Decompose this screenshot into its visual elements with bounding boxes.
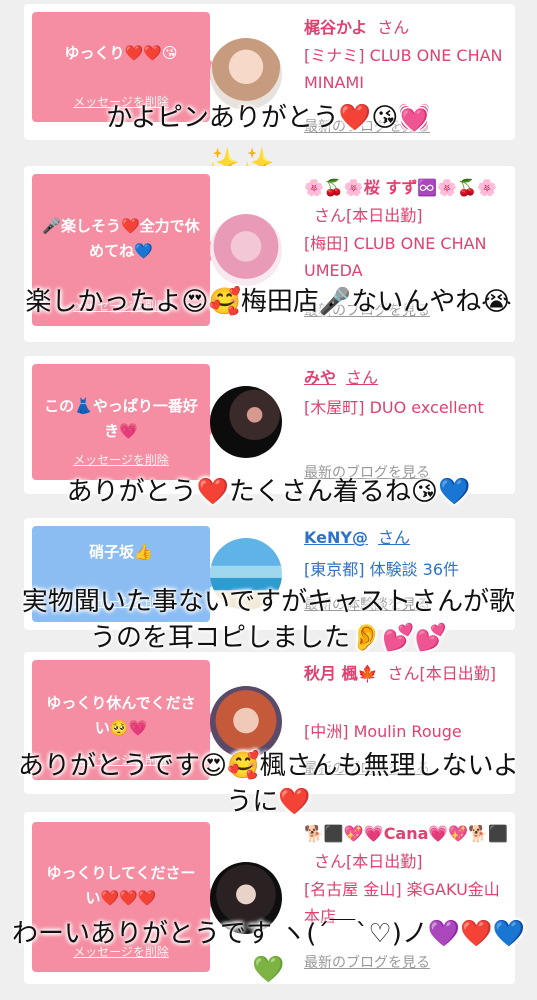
cast-name-link[interactable]: 🐕⬛️💖💗Cana💗💖🐕⬛️ さん[本日出勤] xyxy=(304,820,509,876)
message-bubble: この👗やっぱり一番好き💗 メッセージを削除 xyxy=(32,364,220,480)
message-text: ゆっくりしてくださーい❤️❤️❤️ xyxy=(46,864,196,907)
user-name-link[interactable]: KeNY@ さん xyxy=(304,524,509,552)
review-link[interactable]: [東京都] 体験談 36件 xyxy=(304,556,509,583)
cast-name-link[interactable]: 梶谷かよ さん xyxy=(304,14,509,42)
cast-name-link[interactable]: みや さん xyxy=(304,364,509,392)
cast-name: 秋月 楓🍁 xyxy=(304,664,378,683)
overlay-caption: 実物聞いた事ないですがキャストさんが歌うのを耳コピしました👂💕💕 xyxy=(21,587,516,653)
message-text: ゆっくり休んでください🥺💗 xyxy=(46,694,196,738)
cast-name-link[interactable]: 秋月 楓🍁 さん[本日出勤] xyxy=(304,660,509,688)
cast-name: 梶谷かよ xyxy=(304,18,368,37)
honorific: さん xyxy=(346,368,379,387)
shop-link[interactable]: [梅田] CLUB ONE CHAN UMEDA xyxy=(304,230,509,284)
shop-link[interactable]: [中洲] Moulin Rouge xyxy=(304,718,509,745)
overlay-caption: 楽しかったよ😍🥰梅田店🎤ないんやね😭 xyxy=(25,287,512,317)
shop-link[interactable]: [ミナミ] CLUB ONE CHAN MINAMI xyxy=(304,42,509,96)
user-name: KeNY@ xyxy=(304,528,368,547)
overlay-caption: ありがとうです😍🥰楓さんも無理しないように❤️ xyxy=(18,751,519,817)
shop-link[interactable]: [木屋町] DUO excellent xyxy=(304,394,509,421)
delete-message-link[interactable]: メッセージを削除 xyxy=(32,451,210,468)
overlay-caption: かよピンありがとう❤️😘💓 xyxy=(106,103,431,133)
message-text: ゆっくり❤️❤️😘 xyxy=(64,43,178,62)
honorific: さん[本日出勤] xyxy=(314,852,423,871)
message-text: この👗やっぱり一番好き💗 xyxy=(44,397,198,441)
honorific: さん xyxy=(377,18,410,37)
message-text: 硝子坂👍 xyxy=(89,543,153,561)
overlay-caption: わーいありがとうです ヽ(´￣`♡)ノ💜❤️💙💚 xyxy=(12,919,525,985)
honorific: さん[本日出勤] xyxy=(314,206,423,225)
cast-name-link[interactable]: 🌸🍒🌸桜 すず♾️🌸🍒🌸 さん[本日出勤] xyxy=(304,174,509,230)
honorific: さん xyxy=(377,528,410,547)
cast-name: 🐕⬛️💖💗Cana💗💖🐕⬛️ xyxy=(304,824,509,843)
cast-name: 🌸🍒🌸桜 すず♾️🌸🍒🌸 xyxy=(304,178,498,197)
overlay-caption: ありがとう❤️たくさん着るね😘💙 xyxy=(66,477,471,507)
avatar[interactable] xyxy=(210,386,282,458)
honorific: さん[本日出勤] xyxy=(387,664,497,683)
message-text: 🎤楽しそう❤️全力で休めてね💙 xyxy=(42,216,200,260)
avatar[interactable] xyxy=(210,214,282,286)
cast-name: みや xyxy=(304,368,337,387)
